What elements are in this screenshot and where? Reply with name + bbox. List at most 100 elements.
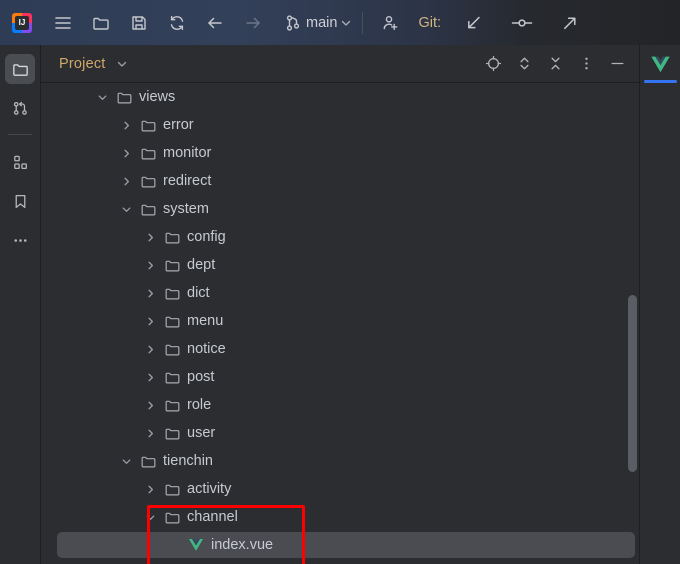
chevron-down-icon[interactable] — [91, 91, 113, 104]
folder-icon — [161, 313, 183, 330]
ide-window: IJ main Git: Project views error monitor… — [0, 0, 680, 564]
folder-icon — [161, 341, 183, 358]
chevron-down-icon[interactable] — [115, 203, 137, 216]
tree-node-label: index.vue — [211, 537, 274, 553]
tree-node-label: system — [163, 201, 209, 217]
git-update-icon[interactable] — [455, 0, 493, 45]
tree-node-redirect[interactable]: redirect — [41, 167, 639, 195]
structure-icon — [11, 153, 30, 172]
tree-node-error[interactable]: error — [41, 111, 639, 139]
folder-icon — [137, 453, 159, 470]
logo-text: IJ — [15, 15, 29, 30]
toolbar-divider — [362, 11, 364, 34]
tree-node-tienchin[interactable]: tienchin — [41, 447, 639, 475]
tree-node-label: channel — [187, 509, 238, 525]
vertical-dots-icon — [578, 55, 595, 72]
tree-node-dict[interactable]: dict — [41, 279, 639, 307]
chevron-right-icon[interactable] — [139, 427, 161, 440]
tree-node-label: activity — [187, 481, 232, 497]
tree-node-label: error — [163, 117, 194, 133]
save-icon[interactable] — [120, 0, 158, 45]
chevron-down-icon[interactable] — [115, 455, 137, 468]
chevron-right-icon[interactable] — [139, 343, 161, 356]
chevron-right-icon[interactable] — [115, 175, 137, 188]
chevron-down-icon[interactable] — [115, 57, 129, 71]
options-button[interactable] — [571, 45, 602, 83]
chevron-right-icon[interactable] — [139, 231, 161, 244]
tree-node-label: user — [187, 425, 216, 441]
tree-node-config[interactable]: config — [41, 223, 639, 251]
sync-icon[interactable] — [158, 0, 196, 45]
collapse-all-button[interactable] — [540, 45, 571, 83]
sidebar-item-structure[interactable] — [5, 147, 35, 177]
activity-bar — [0, 45, 41, 564]
folder-icon — [161, 229, 183, 246]
tree-node-label: tienchin — [163, 453, 213, 469]
sidebar-item-project[interactable] — [5, 54, 35, 84]
chevron-right-icon[interactable] — [139, 315, 161, 328]
add-user-icon[interactable] — [372, 0, 410, 45]
branch-icon — [284, 13, 302, 33]
sidebar-item-more[interactable] — [5, 225, 35, 255]
chevron-right-icon[interactable] — [139, 399, 161, 412]
tree-node-notice[interactable]: notice — [41, 335, 639, 363]
tree-node-user[interactable]: user — [41, 419, 639, 447]
project-tree[interactable]: views error monitor redirect system config dep… — [41, 83, 639, 564]
folder-icon — [11, 60, 30, 79]
main-menu-icon[interactable] — [44, 0, 82, 45]
sidebar-item-bookmarks[interactable] — [5, 186, 35, 216]
vue-logo-icon — [650, 55, 671, 74]
forward-arrow-icon[interactable] — [234, 0, 272, 45]
open-folder-icon[interactable] — [82, 0, 120, 45]
tree-node-dept[interactable]: dept — [41, 251, 639, 279]
tree-node-label: config — [187, 229, 226, 245]
chevron-right-icon[interactable] — [139, 483, 161, 496]
vertical-scrollbar[interactable] — [628, 295, 637, 472]
chevron-right-icon[interactable] — [115, 119, 137, 132]
chevron-right-icon[interactable] — [115, 147, 137, 160]
branch-widget[interactable]: main — [284, 0, 353, 45]
folder-icon — [161, 257, 183, 274]
folder-icon — [161, 509, 183, 526]
expand-all-button[interactable] — [509, 45, 540, 83]
tab-vue[interactable] — [640, 45, 680, 83]
app-logo[interactable]: IJ — [0, 12, 44, 33]
git-commit-icon[interactable] — [503, 0, 541, 45]
chevron-down-icon[interactable] — [139, 511, 161, 524]
sidebar-item-pull-requests[interactable] — [5, 93, 35, 123]
tree-node-views[interactable]: views — [41, 83, 639, 111]
tree-node-monitor[interactable]: monitor — [41, 139, 639, 167]
folder-icon — [161, 481, 183, 498]
folder-icon — [137, 201, 159, 218]
tree-node-menu[interactable]: menu — [41, 307, 639, 335]
chevron-right-icon[interactable] — [139, 371, 161, 384]
locate-button[interactable] — [478, 45, 509, 83]
git-label: Git: — [418, 14, 441, 31]
tree-node-label: dept — [187, 257, 216, 273]
tree-node-channel[interactable]: channel — [41, 503, 639, 531]
hide-button[interactable] — [602, 45, 633, 83]
tree-node-role[interactable]: role — [41, 391, 639, 419]
tree-node-index-vue[interactable]: index.vue — [41, 531, 639, 559]
folder-icon — [161, 285, 183, 302]
expand-chevrons-icon — [516, 55, 533, 72]
chevron-right-icon[interactable] — [139, 287, 161, 300]
more-dots-icon — [11, 231, 30, 250]
collapse-chevrons-icon — [547, 55, 564, 72]
minus-icon — [609, 55, 626, 72]
folder-icon — [137, 173, 159, 190]
tree-node-system[interactable]: system — [41, 195, 639, 223]
folder-icon — [137, 117, 159, 134]
tree-node-activity[interactable]: activity — [41, 475, 639, 503]
page-title: Project — [59, 55, 106, 72]
folder-icon — [161, 397, 183, 414]
tree-node-post[interactable]: post — [41, 363, 639, 391]
chevron-right-icon[interactable] — [139, 259, 161, 272]
tree-node-label: menu — [187, 313, 224, 329]
tree-node-label: notice — [187, 341, 226, 357]
git-push-icon[interactable] — [551, 0, 589, 45]
back-arrow-icon[interactable] — [196, 0, 234, 45]
main-toolbar: IJ main Git: — [0, 0, 680, 45]
tree-node-label: redirect — [163, 173, 212, 189]
right-tool-strip — [639, 45, 680, 564]
